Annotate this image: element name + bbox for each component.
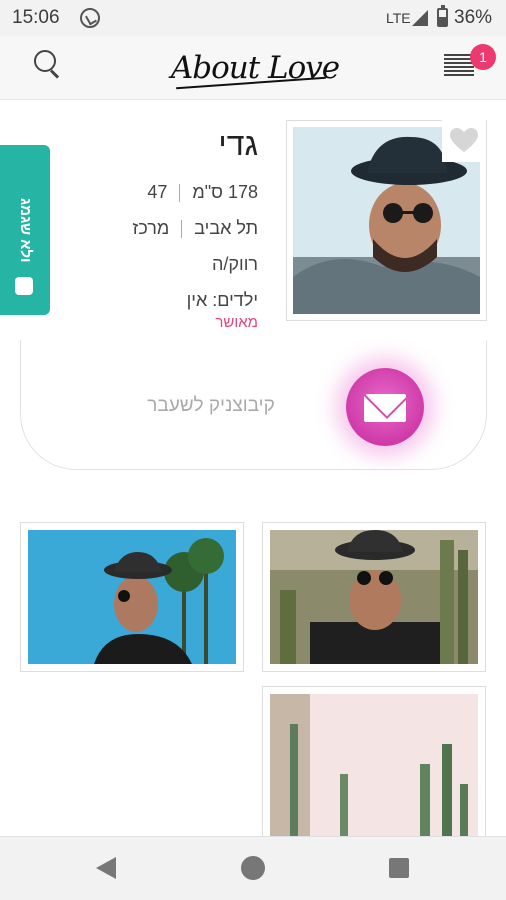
search-icon[interactable] bbox=[34, 50, 62, 78]
app-screen: 15:06 LTE 36% About Love 1 גדי 178 ס"מ47… bbox=[0, 0, 506, 900]
profile-children: ילדים: אין bbox=[186, 290, 258, 310]
gallery-photo-1[interactable] bbox=[262, 522, 486, 672]
profile-region: מרכז bbox=[132, 218, 170, 238]
location-row: תל אביב מרכז bbox=[133, 218, 258, 239]
recents-icon[interactable] bbox=[389, 858, 409, 878]
battery-percent: 36% bbox=[454, 7, 493, 28]
status-bar: 15:06 LTE 36% bbox=[0, 0, 506, 36]
gallery-image[interactable] bbox=[270, 530, 478, 664]
approved-badge: מאושר bbox=[215, 314, 258, 331]
gallery-photo-3[interactable] bbox=[262, 686, 486, 856]
profile-status: רווק/ה bbox=[212, 254, 258, 274]
gallery-image[interactable] bbox=[28, 530, 236, 664]
mail-icon[interactable] bbox=[364, 394, 406, 422]
signal-icon bbox=[412, 10, 428, 26]
network-type: LTE bbox=[386, 10, 411, 26]
video-tab[interactable]: ולא שגמג bbox=[0, 145, 50, 315]
whatsapp-icon bbox=[80, 8, 100, 28]
gallery-image[interactable] bbox=[270, 694, 478, 854]
message-card: קיבוצניק לשעבר bbox=[20, 340, 487, 470]
favorite-button[interactable] bbox=[442, 120, 486, 162]
send-message-button[interactable] bbox=[346, 368, 424, 446]
heart-icon[interactable] bbox=[450, 128, 478, 154]
video-icon[interactable] bbox=[15, 277, 33, 295]
back-icon[interactable] bbox=[96, 857, 116, 879]
battery-icon bbox=[437, 5, 448, 27]
home-icon[interactable] bbox=[241, 856, 265, 880]
gallery-photo-2[interactable] bbox=[20, 522, 244, 672]
profile-tagline: קיבוצניק לשעבר bbox=[147, 395, 275, 416]
profile-age: 47 bbox=[147, 182, 168, 202]
profile-name: גדי bbox=[218, 126, 258, 162]
notification-badge[interactable]: 1 bbox=[470, 44, 496, 70]
app-header: About Love 1 bbox=[0, 36, 506, 100]
separator bbox=[179, 184, 181, 203]
age-height-row: 178 ס"מ 47 bbox=[147, 182, 258, 203]
profile-city: תל אביב bbox=[194, 218, 258, 238]
profile-height: 178 ס"מ bbox=[192, 182, 258, 202]
separator bbox=[181, 220, 183, 239]
status-time: 15:06 bbox=[12, 7, 60, 28]
system-nav-bar bbox=[0, 836, 506, 900]
